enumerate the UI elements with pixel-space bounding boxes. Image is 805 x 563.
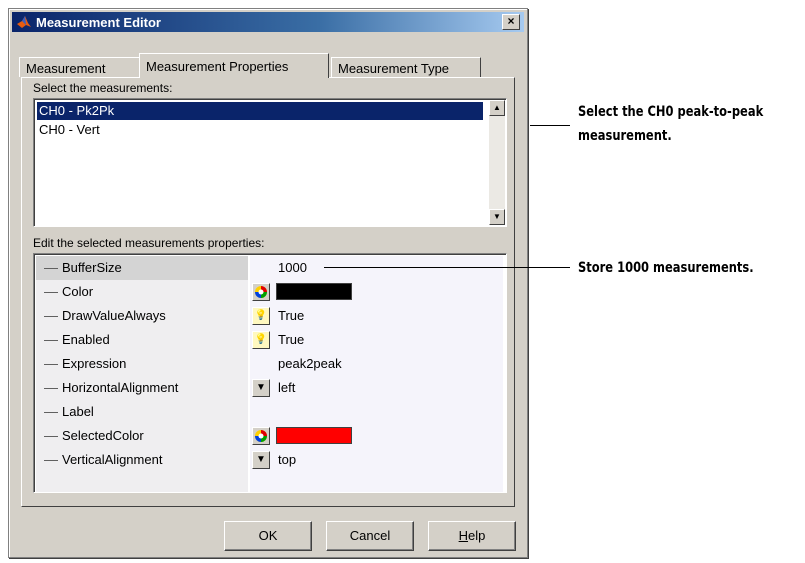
tree-branch bbox=[44, 340, 58, 341]
property-value[interactable]: 1000 bbox=[250, 256, 503, 280]
color-picker-icon[interactable] bbox=[252, 283, 270, 301]
callout-line-1: Select the CH0 peak-to-peak bbox=[578, 104, 764, 120]
tab-panel: Select the measurements: CH0 - Pk2Pk CH0… bbox=[21, 77, 515, 507]
title-bar[interactable]: Measurement Editor × bbox=[12, 12, 524, 32]
edit-properties-label: Edit the selected measurements propertie… bbox=[33, 236, 265, 250]
property-row[interactable]: DrawValueAlways 💡 True bbox=[36, 304, 503, 328]
property-row[interactable]: HorizontalAlignment ▼ left bbox=[36, 376, 503, 400]
tree-branch bbox=[44, 460, 58, 461]
property-name: VerticalAlignment bbox=[36, 448, 248, 472]
dropdown-arrow-icon[interactable]: ▼ bbox=[252, 379, 270, 397]
property-name: SelectedColor bbox=[36, 424, 248, 448]
dropdown-arrow-icon[interactable]: ▼ bbox=[252, 451, 270, 469]
property-row[interactable]: BufferSize 1000 bbox=[36, 256, 503, 280]
help-mnemonic: H bbox=[458, 528, 469, 543]
property-row[interactable]: SelectedColor bbox=[36, 424, 503, 448]
property-name: Label bbox=[36, 400, 248, 424]
empty-cell bbox=[250, 472, 503, 492]
empty-cell bbox=[36, 472, 248, 492]
property-value: left bbox=[278, 380, 296, 395]
measurement-editor-dialog: Measurement Editor × Measurement Measure… bbox=[8, 8, 528, 558]
property-value[interactable]: peak2peak bbox=[250, 352, 503, 376]
property-name: Color bbox=[36, 280, 248, 304]
callout-select-measurement: Select the CH0 peak-to-peak measurement. bbox=[578, 100, 763, 148]
tree-branch bbox=[44, 412, 58, 413]
scroll-up-button[interactable]: ▲ bbox=[489, 100, 505, 116]
window-title: Measurement Editor bbox=[36, 14, 161, 30]
tree-branch bbox=[44, 268, 58, 269]
property-value: True bbox=[278, 332, 305, 347]
property-value-area[interactable] bbox=[250, 424, 503, 448]
callout-line-store bbox=[324, 267, 570, 268]
close-button[interactable]: × bbox=[502, 14, 520, 30]
empty-row bbox=[36, 472, 503, 492]
property-row[interactable]: Label bbox=[36, 400, 503, 424]
color-swatch[interactable] bbox=[276, 427, 352, 444]
tab-measurement-type[interactable]: Measurement Type bbox=[331, 57, 481, 77]
tree-branch bbox=[44, 388, 58, 389]
property-row[interactable]: Enabled 💡 True bbox=[36, 328, 503, 352]
callout-line-2: measurement. bbox=[578, 128, 672, 144]
select-measurements-label: Select the measurements: bbox=[33, 81, 173, 95]
help-label-rest: elp bbox=[468, 528, 486, 543]
matlab-logo-icon bbox=[17, 16, 31, 28]
scroll-down-button[interactable]: ▼ bbox=[489, 209, 505, 225]
ok-button[interactable]: OK bbox=[224, 521, 312, 551]
color-swatch[interactable] bbox=[276, 283, 352, 300]
callout-store-measurements: Store 1000 measurements. bbox=[578, 260, 754, 276]
property-row[interactable]: VerticalAlignment ▼ top bbox=[36, 448, 503, 472]
property-name: BufferSize bbox=[36, 256, 248, 280]
tree-branch bbox=[44, 436, 58, 437]
property-value-area[interactable] bbox=[250, 280, 503, 304]
list-item[interactable]: CH0 - Vert bbox=[37, 121, 483, 139]
tab-measurement-properties[interactable]: Measurement Properties bbox=[139, 53, 329, 78]
color-picker-icon[interactable] bbox=[252, 427, 270, 445]
property-value[interactable] bbox=[250, 400, 503, 424]
property-value: top bbox=[278, 452, 297, 467]
lightbulb-icon[interactable]: 💡 bbox=[252, 307, 270, 325]
properties-table: BufferSize 1000 Color DrawValueAlways 💡 … bbox=[33, 253, 507, 493]
list-item[interactable]: CH0 - Pk2Pk bbox=[37, 102, 483, 120]
property-name: Enabled bbox=[36, 328, 248, 352]
callout-line-select bbox=[530, 125, 570, 126]
cancel-button[interactable]: Cancel bbox=[326, 521, 414, 551]
property-row[interactable]: Expression peak2peak bbox=[36, 352, 503, 376]
tree-branch bbox=[44, 292, 58, 293]
property-value-area[interactable]: 💡 True bbox=[250, 328, 503, 352]
property-value-area[interactable]: 💡 True bbox=[250, 304, 503, 328]
property-row[interactable]: Color bbox=[36, 280, 503, 304]
tree-branch bbox=[44, 316, 58, 317]
property-name: Expression bbox=[36, 352, 248, 376]
property-value-area[interactable]: ▼ left bbox=[250, 376, 503, 400]
vertical-scrollbar[interactable]: ▲ ▼ bbox=[489, 100, 505, 225]
property-name: DrawValueAlways bbox=[36, 304, 248, 328]
tab-measurement[interactable]: Measurement bbox=[19, 57, 141, 77]
tree-branch bbox=[44, 364, 58, 365]
measurements-list[interactable]: CH0 - Pk2Pk CH0 - Vert ▲ ▼ bbox=[33, 98, 507, 227]
property-name: HorizontalAlignment bbox=[36, 376, 248, 400]
help-button[interactable]: Help bbox=[428, 521, 516, 551]
property-value: True bbox=[278, 308, 305, 323]
property-value-area[interactable]: ▼ top bbox=[250, 448, 503, 472]
lightbulb-icon[interactable]: 💡 bbox=[252, 331, 270, 349]
